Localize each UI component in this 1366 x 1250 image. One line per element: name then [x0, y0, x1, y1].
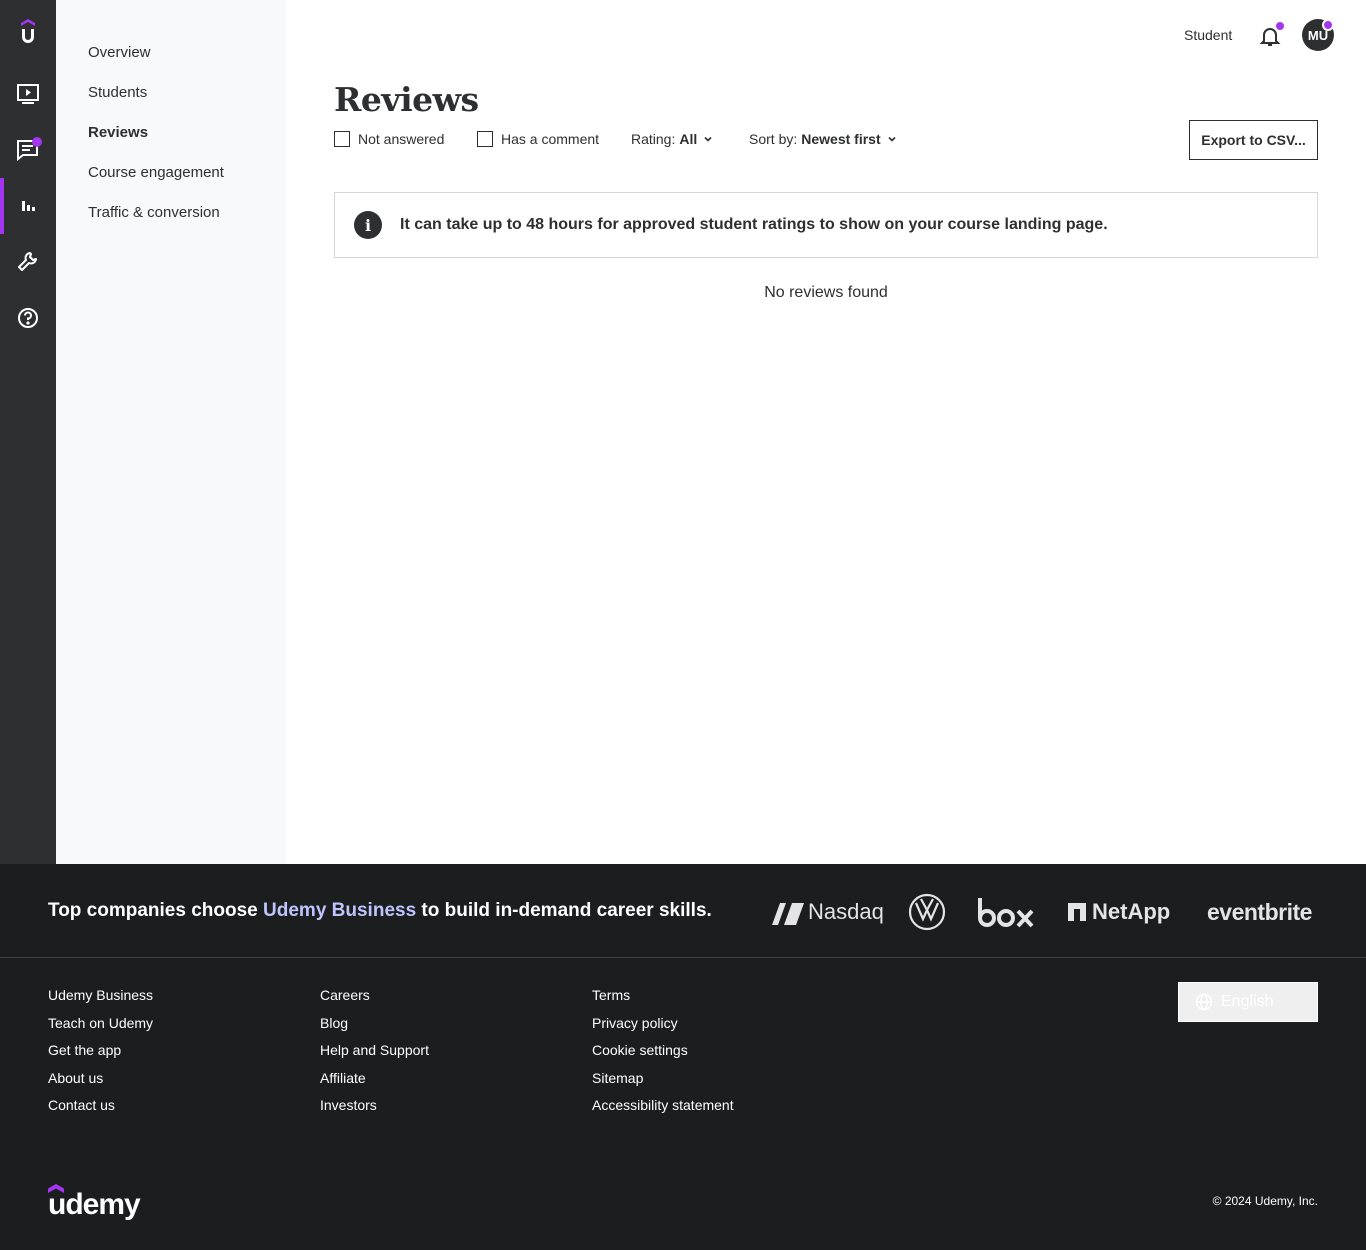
chevron-down-icon	[704, 136, 712, 142]
footer-links-col-1: Udemy Business Teach on Udemy Get the ap…	[48, 986, 153, 1124]
not-answered-filter[interactable]: Not answered	[334, 131, 444, 147]
footer-link[interactable]: About us	[48, 1069, 153, 1097]
footer-link[interactable]: Sitemap	[592, 1069, 734, 1097]
nasdaq-mark-icon	[772, 903, 804, 925]
business-tagline: Top companies choose Udemy Business to b…	[48, 900, 712, 922]
chevron-down-icon	[888, 136, 896, 142]
footer: Top companies choose Udemy Business to b…	[0, 864, 1366, 1250]
has-comment-filter[interactable]: Has a comment	[477, 131, 599, 147]
footer-links-col-2: Careers Blog Help and Support Affiliate …	[320, 986, 429, 1124]
icon-rail	[0, 0, 56, 864]
volkswagen-logo	[908, 890, 946, 934]
udemy-business-link[interactable]: Udemy Business	[263, 900, 416, 921]
netapp-logo: NetApp	[1068, 890, 1170, 934]
footer-link[interactable]: Careers	[320, 986, 429, 1014]
sort-label: Sort by:	[749, 131, 798, 147]
tagline-text: Top companies choose	[48, 900, 264, 921]
footer-link[interactable]: Privacy policy	[592, 1014, 734, 1042]
export-csv-button[interactable]: Export to CSV...	[1189, 120, 1318, 160]
language-button[interactable]: English	[1178, 982, 1318, 1022]
tools-icon[interactable]	[0, 234, 56, 290]
info-icon: i	[354, 211, 382, 239]
footer-links-col-3: Terms Privacy policy Cookie settings Sit…	[592, 986, 734, 1124]
performance-subnav: Overview Students Reviews Course engagem…	[56, 0, 286, 864]
not-answered-checkbox[interactable]	[334, 131, 350, 147]
footer-link[interactable]: Blog	[320, 1014, 429, 1042]
notification-dot	[32, 137, 42, 147]
communication-icon[interactable]	[0, 122, 56, 178]
footer-link[interactable]: Investors	[320, 1096, 429, 1124]
student-view-link[interactable]: Student	[1184, 27, 1232, 43]
help-icon[interactable]	[0, 290, 56, 346]
netapp-mark-icon	[1068, 903, 1086, 921]
subnav-item-students[interactable]: Students	[88, 84, 147, 101]
empty-state-text: No reviews found	[764, 284, 888, 301]
tagline-text-end: to build in-demand career skills.	[416, 900, 712, 921]
subnav-item-traffic-conversion[interactable]: Traffic & conversion	[88, 204, 220, 221]
footer-link[interactable]: Get the app	[48, 1041, 153, 1069]
has-comment-checkbox[interactable]	[477, 131, 493, 147]
footer-link[interactable]: Udemy Business	[48, 986, 153, 1014]
footer-link[interactable]: Affiliate	[320, 1069, 429, 1097]
nasdaq-text: Nasdaq	[808, 899, 884, 924]
sort-value: Newest first	[801, 131, 881, 147]
page-title: Reviews	[334, 80, 479, 119]
netapp-text: NetApp	[1092, 899, 1171, 924]
box-logo	[976, 890, 1036, 934]
rating-value: All	[679, 131, 698, 147]
info-alert: i It can take up to 48 hours for approve…	[334, 192, 1318, 258]
eventbrite-logo: eventbrite	[1207, 890, 1312, 934]
footer-link[interactable]: Contact us	[48, 1096, 153, 1124]
footer-link[interactable]: Terms	[592, 986, 734, 1014]
avatar-notification-dot	[1322, 19, 1334, 31]
footer-link[interactable]: Accessibility statement	[592, 1096, 734, 1124]
copyright: © 2024 Udemy, Inc.	[1212, 1194, 1318, 1208]
rating-dropdown[interactable]: Rating: All	[631, 131, 713, 147]
not-answered-label: Not answered	[358, 131, 445, 147]
subnav-item-reviews[interactable]: Reviews	[88, 124, 148, 141]
footer-link[interactable]: Help and Support	[320, 1041, 429, 1069]
udemy-hat-icon	[48, 1184, 64, 1193]
subnav-item-course-engagement[interactable]: Course engagement	[88, 164, 224, 181]
subnav-item-overview[interactable]: Overview	[88, 44, 151, 61]
footer-link[interactable]: Cookie settings	[592, 1041, 734, 1069]
language-label: English	[1221, 993, 1274, 1010]
bell-notification-dot	[1274, 20, 1286, 32]
footer-link[interactable]: Teach on Udemy	[48, 1014, 153, 1042]
rating-label: Rating:	[631, 131, 676, 147]
courses-icon[interactable]	[0, 66, 56, 122]
globe-icon	[1195, 993, 1213, 1011]
sort-dropdown[interactable]: Sort by: Newest first	[749, 131, 897, 147]
eventbrite-text: eventbrite	[1207, 898, 1312, 925]
has-comment-label: Has a comment	[501, 131, 600, 147]
alert-text: It can take up to 48 hours for approved …	[400, 216, 1108, 233]
footer-business-banner: Top companies choose Udemy Business to b…	[0, 864, 1366, 958]
performance-icon[interactable]	[0, 178, 56, 234]
nasdaq-logo: Nasdaq	[770, 890, 884, 934]
udemy-logo-icon[interactable]	[0, 4, 56, 60]
